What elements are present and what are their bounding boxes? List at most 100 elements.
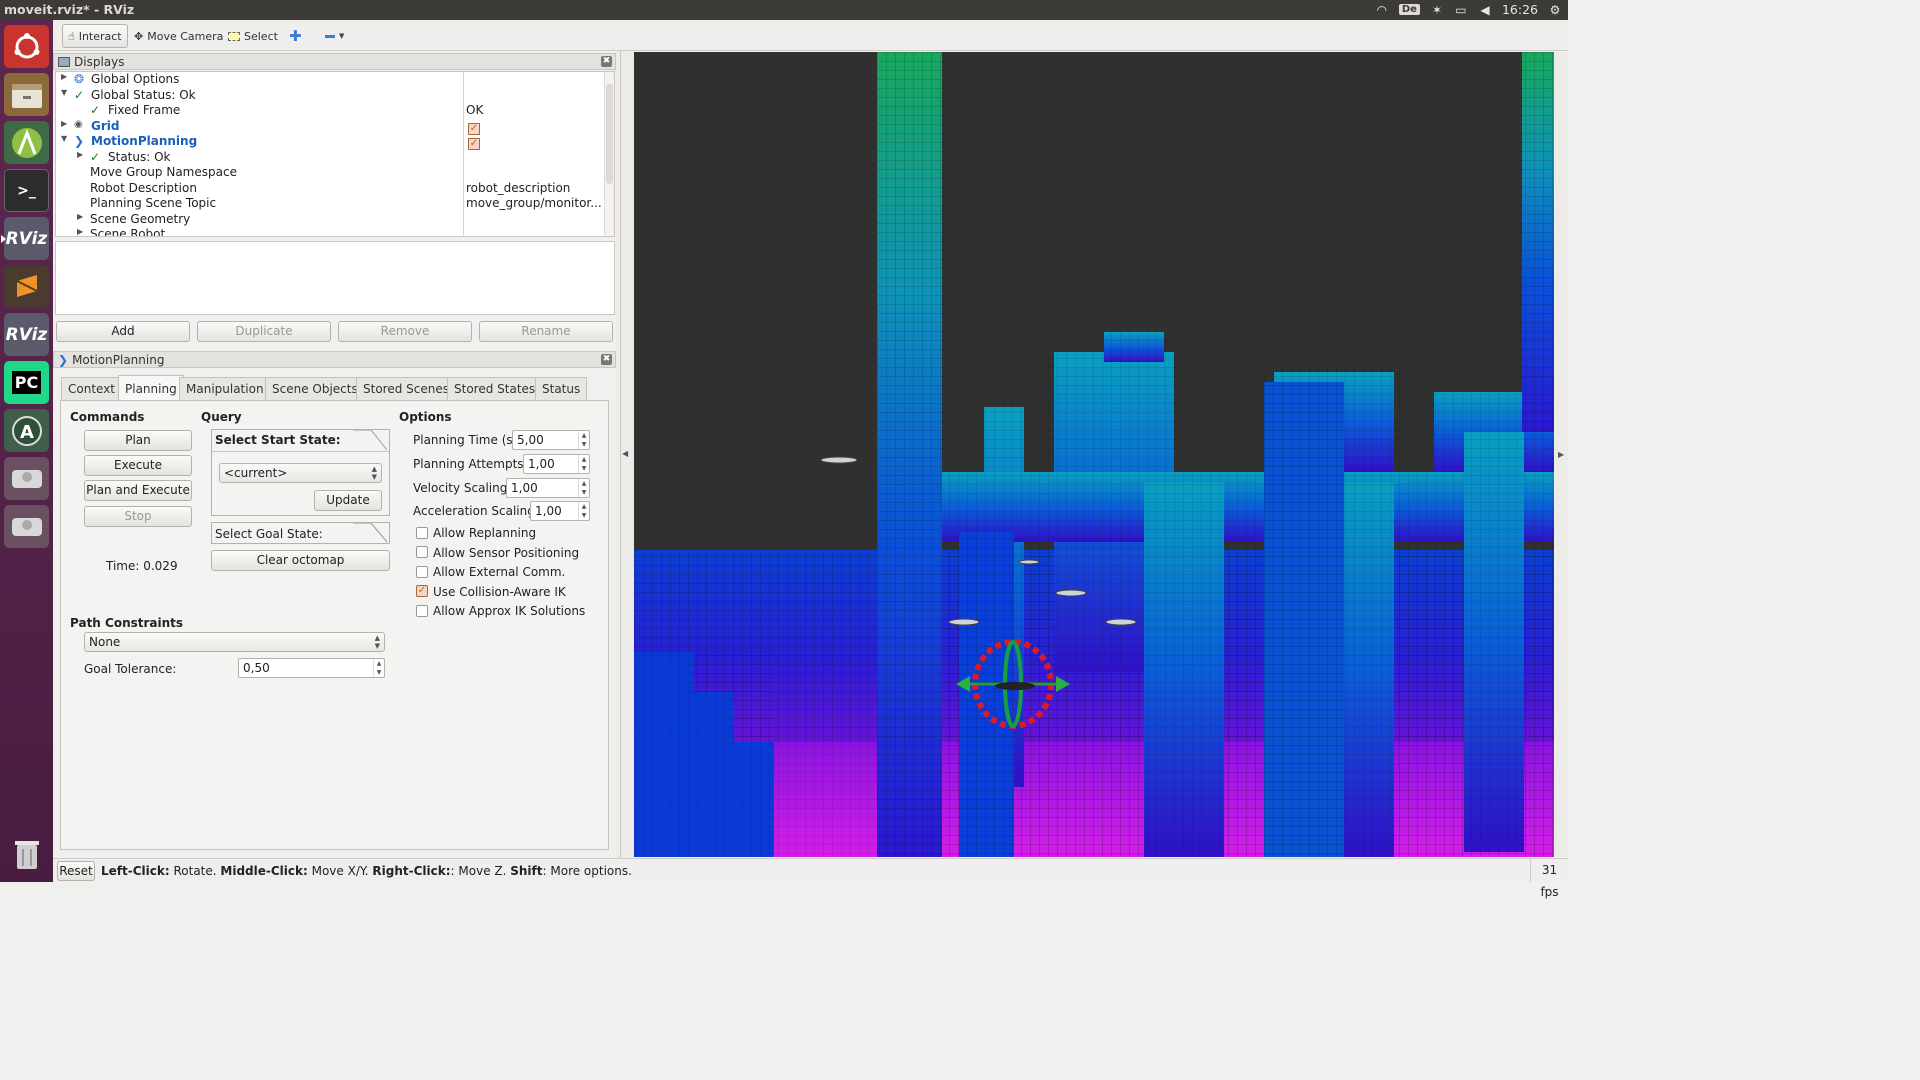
planning-attempts-field[interactable]: 1,00 ▲ ▼	[523, 454, 590, 474]
settings-icon[interactable]: ⚙	[1548, 3, 1562, 17]
volume-icon[interactable]: ◀	[1478, 3, 1492, 17]
tree-scrollbar[interactable]	[604, 72, 614, 236]
add-display-button[interactable]: Add	[56, 321, 190, 342]
expand-arrow-icon[interactable]: ▶	[77, 212, 87, 221]
tree-row-planning-scene-topic[interactable]: Planning Scene Topic move_group/monitor.…	[56, 196, 606, 212]
plan-button[interactable]: Plan	[84, 430, 192, 451]
right-splitter[interactable]: ▶	[1554, 52, 1568, 857]
spin-arrows-icon[interactable]: ▲ ▼	[578, 455, 589, 473]
collapse-left-icon[interactable]: ◀	[622, 449, 628, 458]
allow-external-comm-checkbox[interactable]	[416, 566, 428, 578]
expand-arrow-icon[interactable]: ▶	[77, 227, 87, 236]
trash-icon[interactable]	[4, 832, 49, 875]
expand-arrow-icon[interactable]: ▶	[61, 72, 71, 81]
drive-icon-2[interactable]	[4, 505, 49, 548]
tree-row-fixed-frame[interactable]: ✓ Fixed Frame OK	[56, 103, 606, 119]
tree-row-robot-description[interactable]: Robot Description robot_description	[56, 181, 606, 197]
software-updater-icon[interactable]: A	[4, 409, 49, 452]
stop-button[interactable]: Stop	[84, 506, 192, 527]
expand-arrow-icon[interactable]: ▶	[77, 150, 87, 159]
tab-context[interactable]: Context	[61, 377, 123, 400]
tree-row-scene-geometry[interactable]: ▶ Scene Geometry	[56, 212, 606, 228]
motion-planning-enabled-checkbox[interactable]: ✓	[468, 135, 480, 150]
use-collision-aware-ik-checkbox[interactable]: ✓	[416, 585, 428, 597]
spin-arrows-icon[interactable]: ▲ ▼	[578, 431, 589, 449]
allow-sensor-positioning-checkbox[interactable]	[416, 546, 428, 558]
spin-arrows-icon[interactable]: ▲ ▼	[578, 479, 589, 497]
execute-button[interactable]: Execute	[84, 455, 192, 476]
panel-splitter[interactable]: ◀	[616, 51, 634, 858]
3d-viewport[interactable]	[634, 52, 1554, 857]
window-title: moveit.rviz* - RViz	[4, 2, 135, 17]
tab-status[interactable]: Status	[535, 377, 588, 400]
tab-stored-scenes[interactable]: Stored Scenes	[356, 377, 456, 400]
android-studio-icon[interactable]	[4, 121, 49, 164]
planning-time-field[interactable]: 5,00 ▲ ▼	[512, 430, 590, 450]
move-camera-tool[interactable]: ✥ Move Camera	[129, 24, 228, 48]
tree-row-motion-planning[interactable]: ▼ ❯ MotionPlanning ✓	[56, 134, 606, 150]
duplicate-display-button[interactable]: Duplicate	[197, 321, 331, 342]
tree-row-move-group-namespace[interactable]: Move Group Namespace	[56, 165, 606, 181]
plan-and-execute-button[interactable]: Plan and Execute	[84, 480, 192, 501]
pycharm-icon[interactable]: PC	[4, 361, 49, 404]
scrollbar-thumb[interactable]	[606, 84, 613, 184]
path-constraints-select[interactable]: None ▲ ▼	[84, 632, 385, 652]
update-button[interactable]: Update	[314, 490, 382, 511]
files-icon[interactable]	[4, 73, 49, 116]
remove-tool-icon[interactable]: ▼	[320, 24, 349, 48]
wifi-icon[interactable]: ◠	[1375, 3, 1389, 17]
collapse-corner-icon[interactable]	[353, 523, 389, 544]
tree-value: OK	[466, 103, 484, 117]
tree-row-status[interactable]: ▶ ✓ Status: Ok	[56, 150, 606, 166]
spin-arrows-icon[interactable]: ▲ ▼	[373, 659, 384, 677]
select-tool[interactable]: Select	[223, 24, 283, 48]
expand-arrow-icon[interactable]: ▶	[61, 119, 71, 128]
rviz-icon-2[interactable]: RViz	[4, 313, 49, 356]
terminal-icon[interactable]: >_	[4, 169, 49, 212]
tab-scene-objects[interactable]: Scene Objects	[265, 377, 365, 400]
tab-planning[interactable]: Planning	[118, 375, 184, 401]
velocity-scaling-field[interactable]: 1,00 ▲ ▼	[506, 478, 590, 498]
battery-icon[interactable]: ▭	[1454, 3, 1468, 17]
clear-octomap-button[interactable]: Clear octomap	[211, 550, 390, 571]
close-icon[interactable]: ✖	[601, 56, 612, 67]
close-icon[interactable]: ✖	[601, 354, 612, 365]
goal-tolerance-field[interactable]: 0,50 ▲ ▼	[238, 658, 385, 678]
reset-button[interactable]: Reset	[57, 861, 95, 881]
displays-tree[interactable]: ▶ ❂ Global Options ▼ ✓ Global Status: Ok…	[55, 71, 615, 237]
keyboard-layout-icon[interactable]: De	[1398, 4, 1420, 15]
collapse-arrow-icon[interactable]: ▼	[61, 88, 71, 97]
grid-enabled-checkbox[interactable]: ✓	[468, 120, 480, 135]
collapse-corner-icon[interactable]	[353, 430, 389, 452]
collapse-arrow-icon[interactable]: ▼	[61, 134, 71, 143]
check-icon: ✓	[90, 149, 101, 164]
ubuntu-dash-icon[interactable]	[4, 25, 49, 68]
tree-row-scene-robot[interactable]: ▶ Scene Robot	[56, 227, 606, 236]
rename-display-button[interactable]: Rename	[479, 321, 613, 342]
start-state-select[interactable]: <current> ▲ ▼	[219, 463, 382, 483]
goal-state-label: Select Goal State:	[215, 527, 323, 541]
acceleration-scaling-field[interactable]: 1,00 ▲ ▼	[530, 501, 590, 521]
tree-label: MotionPlanning	[91, 134, 198, 148]
interact-tool[interactable]: ☝ Interact	[62, 24, 128, 48]
sublime-icon[interactable]	[4, 265, 49, 308]
hint-left-click: Left-Click:	[101, 864, 170, 878]
collapse-right-icon[interactable]: ▶	[1558, 450, 1564, 459]
hint-move-xy: Move X/Y.	[307, 864, 373, 878]
add-tool-icon[interactable]: ✚	[284, 24, 307, 48]
allow-replanning-checkbox[interactable]	[416, 527, 428, 539]
bluetooth-icon[interactable]: ✶	[1430, 3, 1444, 17]
rviz-icon[interactable]: RViz	[1, 217, 49, 260]
tree-row-global-options[interactable]: ▶ ❂ Global Options	[56, 72, 606, 88]
tree-row-grid[interactable]: ▶ ◉ Grid ✓	[56, 119, 606, 135]
tab-manipulation[interactable]: Manipulation	[179, 377, 271, 400]
remove-display-button[interactable]: Remove	[338, 321, 472, 342]
hint-move-z: : Move Z.	[450, 864, 511, 878]
tree-row-global-status[interactable]: ▼ ✓ Global Status: Ok	[56, 88, 606, 104]
tab-stored-states[interactable]: Stored States	[447, 377, 543, 400]
clock[interactable]: 16:26	[1502, 2, 1538, 17]
allow-approx-ik-checkbox[interactable]	[416, 605, 428, 617]
drive-icon[interactable]	[4, 457, 49, 500]
spin-arrows-icon[interactable]: ▲ ▼	[578, 502, 589, 520]
tree-label: Status: Ok	[108, 149, 171, 164]
